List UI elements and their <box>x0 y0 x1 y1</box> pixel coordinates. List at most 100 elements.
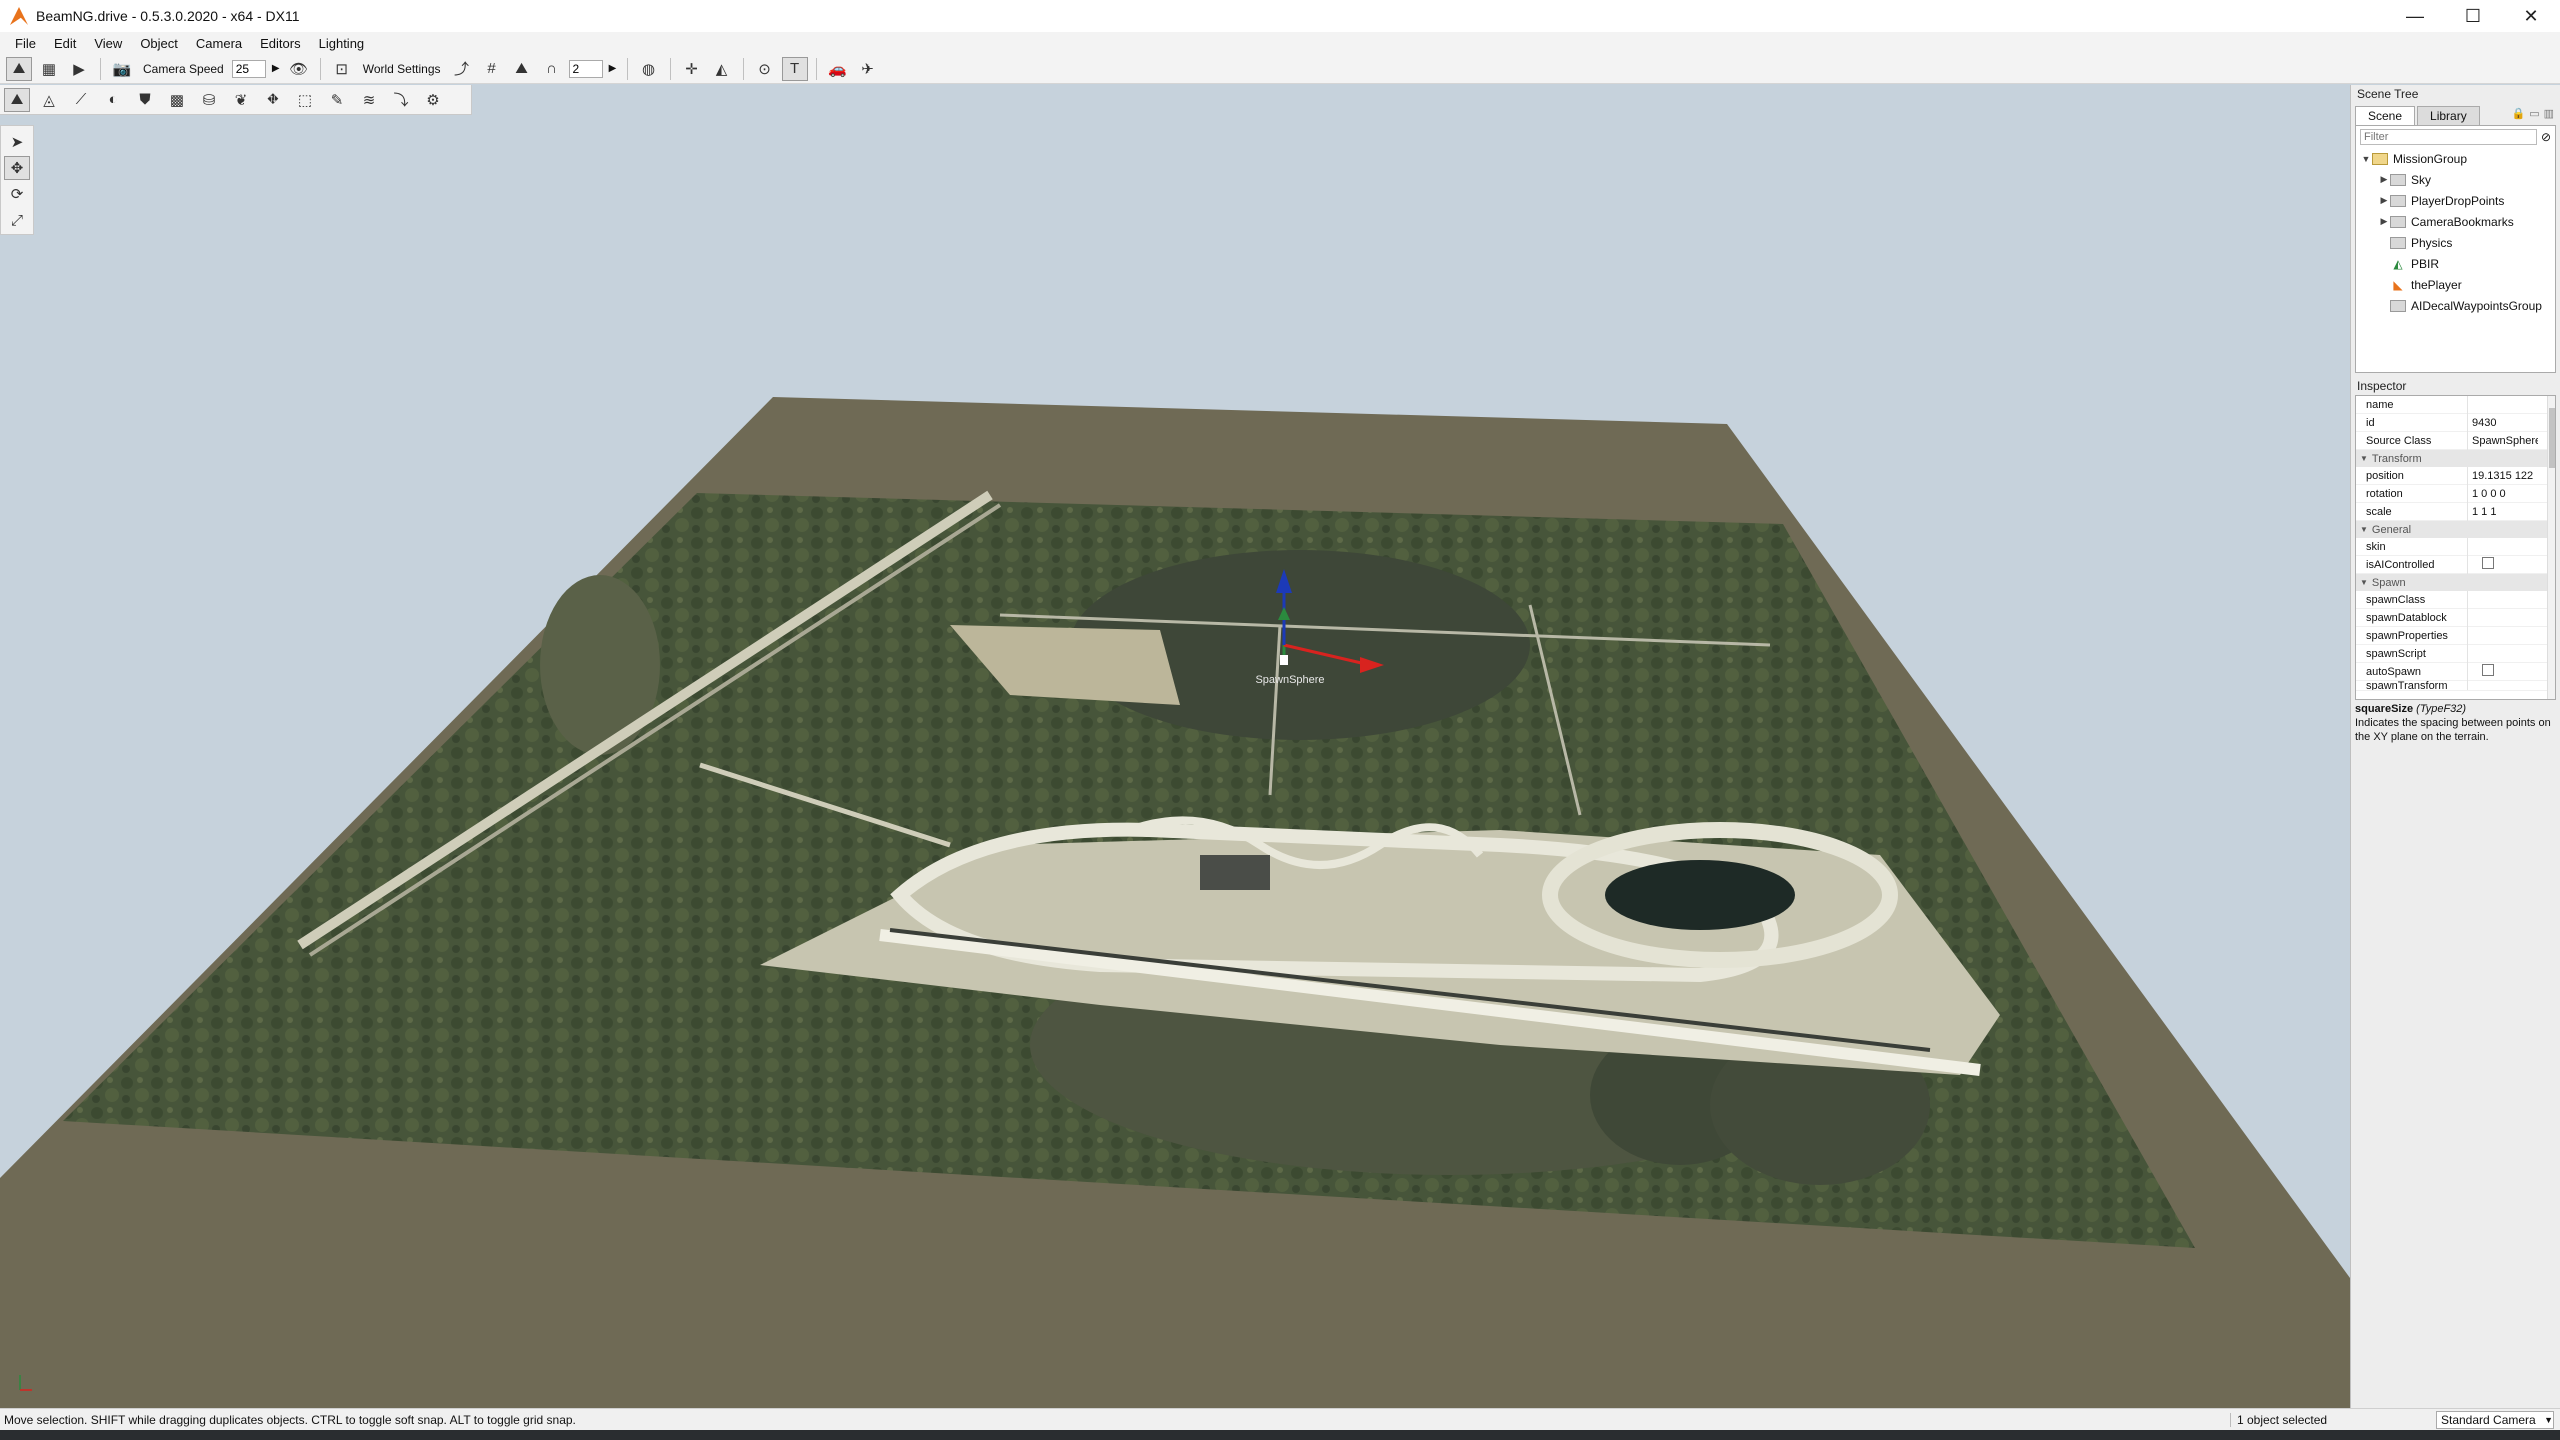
vehicle-icon[interactable]: 🚗 <box>825 57 851 81</box>
menu-camera[interactable]: Camera <box>187 36 251 51</box>
prop-row-spawnscript[interactable]: spawnScript <box>2356 644 2555 663</box>
prop-row-source-class[interactable]: Source Class SpawnSphere <box>2356 431 2555 450</box>
grid-snap-icon[interactable]: # <box>479 57 505 81</box>
prop-row-spawndatablock[interactable]: spawnDatablock <box>2356 608 2555 627</box>
tree-item-pbir[interactable]: ◭ PBIR <box>2356 253 2555 274</box>
prop-row-rotation[interactable]: rotation 1 0 0 0 <box>2356 484 2555 503</box>
snap-object-icon[interactable]: ⤴ <box>449 57 475 81</box>
move-tool-icon[interactable]: ✥ <box>4 156 30 180</box>
close-button[interactable]: ✕ <box>2502 0 2560 32</box>
tree-item-sky[interactable]: ▶ Sky <box>2356 169 2555 190</box>
collapse-arrow-icon[interactable]: ▼ <box>2360 154 2372 164</box>
clear-filter-icon[interactable]: ⊘ <box>2541 130 2551 144</box>
road-editor-icon[interactable]: ⟋ <box>68 88 94 112</box>
camera-speed-arrow-icon[interactable]: ▶ <box>270 63 282 74</box>
text-icon[interactable]: T <box>781 56 808 81</box>
mesh-road-icon[interactable]: ⛖ <box>260 88 286 112</box>
prop-row-id[interactable]: id 9430 <box>2356 413 2555 432</box>
prop-row-spawntransform[interactable]: spawnTransform <box>2356 681 2555 691</box>
section-spawn[interactable]: ▼ Spawn <box>2356 574 2555 591</box>
spawn-sphere-marker[interactable] <box>1280 655 1288 665</box>
maximize-button[interactable]: ☐ <box>2444 0 2502 32</box>
decal-icon[interactable]: ⤵ <box>388 88 414 112</box>
isaicontrolled-checkbox[interactable] <box>2482 557 2494 569</box>
prop-value[interactable]: 1 0 0 0 <box>2468 488 2538 500</box>
river-icon[interactable]: ≋ <box>356 88 382 112</box>
leaf-icon[interactable]: ❦ <box>228 88 254 112</box>
new-folder-icon[interactable]: ▭ <box>2529 107 2539 120</box>
expand-arrow-icon[interactable]: ▶ <box>2378 216 2390 227</box>
prop-row-spawnclass[interactable]: spawnClass <box>2356 590 2555 609</box>
scale-tool-icon[interactable]: ⤢ <box>4 208 30 232</box>
rotate-tool-icon[interactable]: ⟳ <box>4 182 30 206</box>
tree-item-aidecalwaypointsgroup[interactable]: AIDecalWaypointsGroup <box>2356 295 2555 316</box>
magnet-icon[interactable]: ∩ <box>539 57 565 81</box>
prop-row-name[interactable]: name <box>2356 396 2555 414</box>
prop-row-scale[interactable]: scale 1 1 1 <box>2356 502 2555 521</box>
toolbar-divider <box>626 57 628 80</box>
world-editor-icon[interactable]: ⛰ <box>6 56 32 81</box>
grid-size-arrow-icon[interactable]: ▶ <box>607 63 619 74</box>
lock-icon[interactable]: 🔒 <box>2511 107 2525 120</box>
globe-icon[interactable]: ◍ <box>636 57 662 81</box>
visibility-eye-icon[interactable]: 👁 <box>286 57 312 81</box>
status-bar: Move selection. SHIFT while dragging dup… <box>0 1408 2560 1430</box>
menu-object[interactable]: Object <box>131 36 187 51</box>
viewport-canvas[interactable]: SpawnSphere <box>0 85 2350 1408</box>
autospawn-checkbox[interactable] <box>2482 664 2494 676</box>
select-arrow-icon[interactable]: ➤ <box>4 130 30 154</box>
tree-item-playerdroppoints[interactable]: ▶ PlayerDropPoints <box>2356 190 2555 211</box>
tree-item-camerabookmarks[interactable]: ▶ CameraBookmarks <box>2356 211 2555 232</box>
3d-viewport[interactable]: SpawnSphere <box>0 85 2350 1408</box>
prop-value[interactable]: 1 1 1 <box>2468 506 2538 518</box>
terrain-editor-icon[interactable]: ◬ <box>36 88 62 112</box>
bounds-box-icon[interactable]: ⬚ <box>292 88 318 112</box>
inspector-scrollbar[interactable] <box>2547 396 2555 699</box>
navmesh-icon[interactable]: ⚙ <box>420 88 446 112</box>
camera-speed-input[interactable] <box>231 59 266 78</box>
tab-scene[interactable]: Scene <box>2355 106 2416 125</box>
prop-value[interactable]: 19.1315 122 <box>2468 470 2538 482</box>
move-icon[interactable]: ✛ <box>679 57 705 81</box>
texture-icon[interactable]: ▩ <box>164 88 190 112</box>
brush-icon[interactable]: ✎ <box>324 88 350 112</box>
terrain-snap-icon[interactable]: ⛰ <box>509 57 535 81</box>
filter-input[interactable] <box>2360 129 2537 145</box>
delete-icon[interactable]: ▥ <box>2544 107 2554 120</box>
section-general[interactable]: ▼ General <box>2356 521 2555 538</box>
minimize-button[interactable]: — <box>2386 0 2444 32</box>
play-icon[interactable]: ▶ <box>66 57 92 81</box>
tab-library[interactable]: Library <box>2417 106 2480 125</box>
menu-editors[interactable]: Editors <box>251 36 309 51</box>
bounds-icon[interactable]: ⊙ <box>752 57 778 81</box>
menu-edit[interactable]: Edit <box>45 36 85 51</box>
scrollbar-thumb[interactable] <box>2549 408 2555 468</box>
grid-size-input[interactable] <box>568 59 603 78</box>
camera-icon[interactable]: 📷 <box>109 57 135 81</box>
camera-mode-select[interactable]: Standard Camera ▼ <box>2436 1410 2554 1429</box>
prop-row-autospawn[interactable]: autoSpawn <box>2356 662 2555 681</box>
sphere-icon[interactable]: ◐ <box>100 88 126 112</box>
paint-bucket-icon[interactable]: ⛁ <box>196 88 222 112</box>
fit-view-icon[interactable]: ⊡ <box>329 57 355 81</box>
menu-lighting[interactable]: Lighting <box>310 36 374 51</box>
tree-item-physics[interactable]: Physics <box>2356 232 2555 253</box>
world-settings-label[interactable]: World Settings <box>359 62 445 76</box>
shield-icon[interactable]: ⛊ <box>132 88 158 112</box>
prop-row-spawnproperties[interactable]: spawnProperties <box>2356 626 2555 645</box>
expand-arrow-icon[interactable]: ▶ <box>2378 195 2390 206</box>
tree-item-theplayer[interactable]: ◣ thePlayer <box>2356 274 2555 295</box>
prop-row-skin[interactable]: skin <box>2356 537 2555 556</box>
prop-row-position[interactable]: position 19.1315 122 <box>2356 466 2555 485</box>
flight-icon[interactable]: ✈ <box>855 57 881 81</box>
prop-value: 9430 <box>2472 416 2497 429</box>
expand-arrow-icon[interactable]: ▶ <box>2378 174 2390 185</box>
section-transform[interactable]: ▼ Transform <box>2356 450 2555 467</box>
object-editor-icon[interactable]: ⛰ <box>4 87 30 112</box>
menu-view[interactable]: View <box>85 36 131 51</box>
menu-file[interactable]: File <box>6 36 45 51</box>
tree-item-missiongroup[interactable]: ▼ MissionGroup <box>2356 148 2555 169</box>
prop-row-isaicontrolled[interactable]: isAIControlled <box>2356 555 2555 574</box>
layout-icon[interactable]: ▦ <box>36 57 62 81</box>
terrain-height-icon[interactable]: ◭ <box>709 57 735 81</box>
